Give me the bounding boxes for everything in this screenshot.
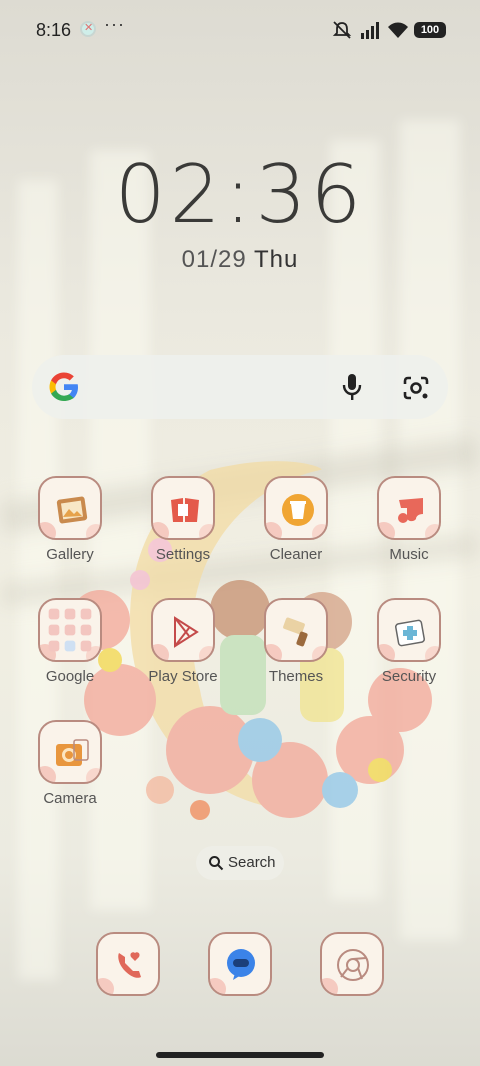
app-google-folder[interactable]: Google [20, 598, 120, 685]
status-time: 8:16 [36, 20, 72, 40]
date-value: 01/29 [181, 246, 247, 273]
status-bar[interactable]: 8:16 ··· 100 [0, 0, 480, 60]
dock-chrome[interactable] [320, 932, 384, 996]
settings-icon [151, 476, 215, 540]
app-play-store[interactable]: Play Store [133, 598, 233, 685]
security-icon [377, 598, 441, 662]
app-label: Themes [268, 668, 324, 685]
lens-icon[interactable] [402, 375, 430, 401]
app-cleaner[interactable]: Cleaner [246, 476, 346, 563]
signal-icon [361, 22, 379, 39]
app-label: Settings [155, 546, 211, 563]
app-camera[interactable]: Camera [20, 720, 120, 807]
app-label: Camera [43, 790, 97, 807]
gallery-icon [38, 476, 102, 540]
themes-icon [264, 598, 328, 662]
app-gallery[interactable]: Gallery [20, 476, 120, 563]
app-themes[interactable]: Themes [246, 598, 346, 685]
home-indicator[interactable] [156, 1052, 324, 1058]
day-of-week: Thu [253, 246, 299, 273]
messages-icon [227, 949, 255, 980]
app-label: Play Store [148, 668, 218, 685]
app-label: Gallery [46, 546, 94, 563]
phone-icon [118, 952, 141, 978]
app-label: Cleaner [269, 546, 323, 563]
clock-time[interactable]: 02:36 [0, 148, 480, 241]
wifi-icon [388, 22, 408, 38]
app-label: Music [389, 546, 429, 563]
google-logo-icon [49, 372, 78, 401]
app-label: Google [45, 668, 95, 685]
play-store-icon [151, 598, 215, 662]
app-label: Security [381, 668, 437, 685]
search-label: Search [228, 854, 276, 871]
notification-icon [80, 21, 96, 37]
google-search-bar[interactable] [32, 355, 448, 419]
app-security[interactable]: Security [359, 598, 459, 685]
mute-icon [332, 21, 352, 39]
battery-icon: 100 [414, 22, 446, 38]
chrome-icon [337, 949, 369, 981]
cleaner-icon [264, 476, 328, 540]
app-music[interactable]: Music [359, 476, 459, 563]
camera-icon [38, 720, 102, 784]
search-icon [209, 856, 224, 871]
app-settings[interactable]: Settings [133, 476, 233, 563]
dock-phone[interactable] [96, 932, 160, 996]
clock-date[interactable]: 01/29 Thu [0, 246, 480, 274]
microphone-icon[interactable] [340, 372, 364, 402]
dock-messages[interactable] [208, 932, 272, 996]
more-notifications-indicator: ··· [104, 14, 125, 34]
music-icon [377, 476, 441, 540]
google-folder-icon [38, 598, 102, 662]
app-search-button[interactable]: Search [196, 846, 284, 880]
